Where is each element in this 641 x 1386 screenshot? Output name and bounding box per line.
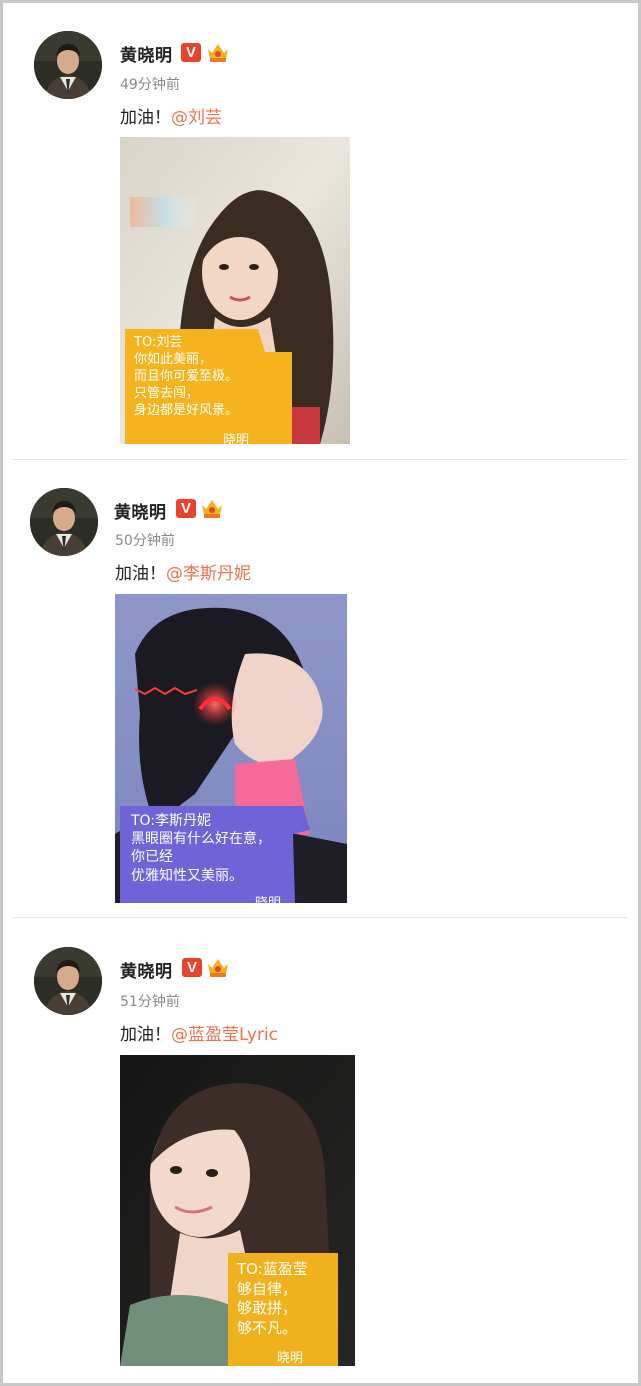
handwritten-note: TO:蓝盈莹 够自律， 够敢拼， 够不凡。 — [237, 1260, 308, 1338]
note-line: 你如此美丽， — [134, 351, 213, 367]
avatar[interactable] — [34, 31, 102, 99]
handwritten-note: TO:刘芸 你如此美丽， 而且你可爱至极。 只管去闯， 身边都是好风景。 — [134, 335, 238, 419]
post-text: 加油！@蓝盈莹Lyric — [120, 1020, 278, 1045]
note-line: 优雅知性又美丽。 — [131, 867, 243, 884]
note-line: 身边都是好风景。 — [134, 402, 239, 418]
post-text: 加油！@刘芸 — [120, 103, 222, 128]
verified-badge-icon: V — [182, 958, 202, 977]
note-line: TO:蓝盈莹 — [237, 1260, 308, 1278]
verified-badge-icon: V — [176, 499, 196, 518]
note-signature: 晓明 — [223, 433, 250, 444]
post-time: 49分钟前 — [120, 77, 180, 93]
weibo-post: 黄晓明 V 50分钟前 加油！@李斯丹妮 TO:李斯丹妮 黑眼圈有什么好在意， … — [3, 460, 638, 916]
note-line: 你已经 — [131, 849, 173, 866]
post-time: 51分钟前 — [120, 994, 180, 1010]
post-text: 加油！@李斯丹妮 — [115, 559, 251, 584]
post-photo[interactable]: TO:蓝盈莹 够自律， 够敢拼， 够不凡。 晓明 — [120, 1055, 355, 1366]
weibo-feed: 黄晓明 V 49分钟前 加油！@刘芸 TO:刘芸 你如此美丽， 而且你可爱至极。… — [0, 0, 641, 1386]
author-name[interactable]: 黄晓明 — [120, 41, 173, 66]
author-name[interactable]: 黄晓明 — [120, 957, 173, 982]
crown-icon — [206, 956, 230, 978]
post-text-prefix: 加油！ — [115, 564, 166, 584]
divider — [13, 917, 628, 918]
note-line: 只管去闯， — [134, 385, 200, 401]
post-text-prefix: 加油！ — [120, 1025, 171, 1045]
mention-link[interactable]: @刘芸 — [171, 108, 222, 128]
avatar[interactable] — [34, 947, 102, 1015]
handwritten-note: TO:李斯丹妮 黑眼圈有什么好在意， 你已经 优雅知性又美丽。 — [131, 812, 271, 885]
mention-link[interactable]: @李斯丹妮 — [166, 564, 251, 584]
verified-badge-icon: V — [181, 43, 201, 62]
note-line: 黑眼圈有什么好在意， — [131, 831, 271, 848]
note-line: TO:李斯丹妮 — [131, 813, 212, 829]
note-line: 够敢拼， — [237, 1299, 298, 1317]
mention-link[interactable]: @蓝盈莹Lyric — [171, 1025, 278, 1045]
post-time: 50分钟前 — [115, 533, 175, 549]
note-line: TO:刘芸 — [134, 335, 183, 350]
note-line: 够自律， — [237, 1279, 298, 1298]
post-text-prefix: 加油！ — [120, 108, 171, 128]
post-photo[interactable]: TO:刘芸 你如此美丽， 而且你可爱至极。 只管去闯， 身边都是好风景。 晓明 — [120, 137, 350, 444]
note-signature: 晓明 — [277, 1351, 304, 1366]
note-line: 够不凡。 — [237, 1318, 298, 1337]
note-line: 而且你可爱至极。 — [134, 368, 239, 384]
crown-icon — [206, 41, 230, 63]
crown-icon — [200, 497, 224, 519]
avatar[interactable] — [30, 488, 98, 556]
weibo-post: 黄晓明 V 49分钟前 加油！@刘芸 TO:刘芸 你如此美丽， 而且你可爱至极。… — [3, 3, 638, 459]
post-photo[interactable]: TO:李斯丹妮 黑眼圈有什么好在意， 你已经 优雅知性又美丽。 晓明 — [115, 594, 347, 903]
author-name[interactable]: 黄晓明 — [114, 498, 167, 523]
note-signature: 晓明 — [255, 892, 281, 903]
weibo-post: 黄晓明 V 51分钟前 加油！@蓝盈莹Lyric TO:蓝盈莹 够自律， 够敢拼… — [3, 919, 638, 1375]
